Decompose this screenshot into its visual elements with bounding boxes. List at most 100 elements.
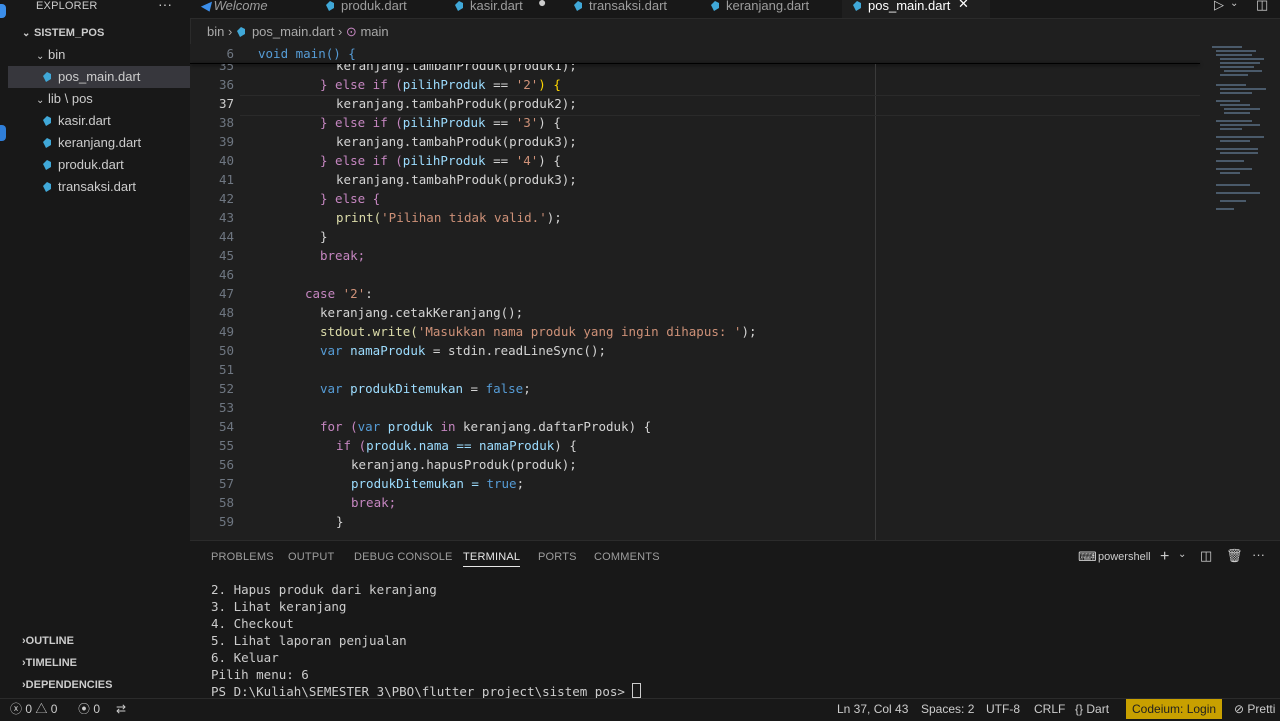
more-actions-icon[interactable]: ··· (158, 0, 172, 12)
language-mode[interactable]: {} Dart (1075, 699, 1109, 719)
line-number: 45 (218, 248, 234, 263)
code-line-57[interactable]: produkDitemukan = true; (258, 476, 524, 491)
tab-transaksi[interactable]: transaksi.dart (573, 0, 693, 18)
tab-pos-main[interactable]: pos_main.dart ✕ (842, 0, 990, 18)
line-number: 44 (218, 229, 234, 244)
dart-file-icon (43, 182, 51, 192)
line-number: 39 (218, 134, 234, 149)
code-line-56[interactable]: keranjang.hapusProduk(produk); (258, 457, 577, 472)
tab-welcome[interactable]: ◀ Welcome (200, 0, 310, 18)
tab-keranjang[interactable]: keranjang.dart (710, 0, 830, 18)
code-line-52[interactable]: var produkDitemukan = false; (258, 381, 531, 396)
sticky-shadow (190, 63, 1200, 64)
outline-section[interactable]: ›OUTLINE (8, 630, 204, 652)
line-number: 43 (218, 210, 234, 225)
line-number: 59 (218, 514, 234, 529)
minimap[interactable] (1208, 44, 1278, 244)
code-line-58[interactable]: break; (258, 495, 396, 510)
code-line-54[interactable]: for (var produk in keranjang.daftarProdu… (258, 419, 651, 434)
encoding[interactable]: UTF-8 (986, 699, 1020, 719)
run-activity-indicator[interactable] (0, 125, 6, 141)
chevron-down-icon[interactable]: ⌄ (1230, 0, 1238, 9)
dart-file-icon (43, 72, 51, 82)
code-line-36[interactable]: } else if (pilihProduk == '2') { (258, 77, 561, 92)
trash-icon[interactable]: 🗑 (1226, 548, 1243, 564)
code-line-37[interactable]: keranjang.tambahProduk(produk2); (258, 96, 577, 111)
activity-bar (0, 0, 8, 698)
line-number: 41 (218, 172, 234, 187)
folder-bin[interactable]: ⌄ bin (8, 44, 218, 66)
tab-debug-console[interactable]: DEBUG CONSOLE (354, 551, 453, 563)
tab-kasir[interactable]: kasir.dart ● (454, 0, 564, 18)
line-number: 54 (218, 419, 234, 434)
project-folder[interactable]: ⌄ SISTEM_POS (8, 22, 204, 44)
indentation[interactable]: Spaces: 2 (921, 699, 974, 719)
line-number: 42 (218, 191, 234, 206)
run-icon[interactable]: ▷ (1214, 0, 1224, 13)
cursor-position[interactable]: Ln 37, Col 43 (837, 699, 908, 719)
code-line-47[interactable]: case '2': (258, 286, 373, 301)
line-ending[interactable]: CRLF (1034, 699, 1065, 719)
tab-output[interactable]: OUTPUT (288, 551, 334, 563)
code-line-44[interactable]: } (258, 229, 328, 244)
code-editor[interactable]: 6 void main() { 35 36 37 38 39 40 41 42 43 44 45 46… (190, 44, 1280, 540)
tab-comments[interactable]: COMMENTS (594, 551, 660, 563)
line-number: 52 (218, 381, 234, 396)
code-line-41[interactable]: keranjang.tambahProduk(produk3); (258, 172, 577, 187)
vscode-icon: ◀ (200, 0, 210, 13)
shell-name[interactable]: powershell (1098, 551, 1151, 563)
prettier-status[interactable]: ⊘ Pretti (1234, 699, 1275, 719)
problems-status[interactable]: ⓧ 0 △ 0 (10, 699, 57, 719)
braces-icon: {} (1075, 702, 1084, 716)
chevron-down-icon[interactable]: ⌄ (1178, 549, 1186, 560)
chevron-down-icon: ⌄ (36, 51, 45, 62)
code-line-39[interactable]: keranjang.tambahProduk(produk3); (258, 134, 577, 149)
prettier-icon: ⊘ (1234, 702, 1245, 716)
tab-ports[interactable]: PORTS (538, 551, 577, 563)
split-editor-icon[interactable]: ◫ (1256, 0, 1268, 13)
code-line-55[interactable]: if (produk.nama == namaProduk) { (258, 438, 577, 453)
breadcrumb-symbol[interactable]: main (360, 24, 388, 39)
breadcrumb: bin › pos_main.dart › ⊙ main (207, 24, 389, 42)
code-line-50[interactable]: var namaProduk = stdin.readLineSync(); (258, 343, 606, 358)
line-number: 58 (218, 495, 234, 510)
code-line-40[interactable]: } else if (pilihProduk == '4') { (258, 153, 561, 168)
breadcrumb-folder[interactable]: bin (207, 24, 224, 39)
code-line-43[interactable]: print('Pilihan tidak valid.'); (258, 210, 562, 225)
code-line-42[interactable]: } else { (258, 191, 380, 206)
line-number: 53 (218, 400, 234, 415)
line-number: 57 (218, 476, 234, 491)
terminal-cursor (632, 683, 642, 698)
code-line-45[interactable]: break; (258, 248, 365, 263)
line-number: 51 (218, 362, 234, 377)
code-line-49[interactable]: stdout.write('Masukkan nama produk yang … (258, 324, 757, 339)
split-terminal-icon[interactable]: ◫ (1200, 548, 1212, 564)
tab-terminal[interactable]: TERMINAL (463, 551, 521, 567)
close-icon[interactable]: ✕ (958, 0, 969, 10)
explorer-activity-indicator[interactable] (0, 4, 6, 18)
tab-problems[interactable]: PROBLEMS (211, 551, 274, 563)
codeium-login[interactable]: Codeium: Login (1126, 699, 1223, 719)
code-line-59[interactable]: } (258, 514, 344, 529)
terminal-line: 5. Lihat laporan penjualan (211, 633, 407, 648)
unsaved-dot-icon[interactable]: ● (538, 0, 546, 9)
timeline-section[interactable]: ›TIMELINE (8, 652, 204, 674)
terminal-output[interactable]: 2. Hapus produk dari keranjang 3. Lihat k… (211, 581, 642, 700)
editor-ruler (875, 64, 876, 540)
ports-status[interactable]: ⦿ 0 (78, 699, 100, 719)
explorer-title: EXPLORER (36, 0, 98, 12)
tab-produk[interactable]: produk.dart (325, 0, 435, 18)
chevron-down-icon: ⌄ (22, 28, 31, 39)
folder-lib-pos[interactable]: ⌄ lib \ pos (8, 88, 218, 110)
code-line-38[interactable]: } else if (pilihProduk == '3') { (258, 115, 561, 130)
terminal-line: 4. Checkout (211, 616, 294, 631)
add-terminal-icon[interactable]: + (1160, 548, 1169, 566)
explorer-sidebar: EXPLORER ··· ⌄ SISTEM_POS ⌄ bin pos_main.d… (8, 0, 224, 698)
dart-file-icon (43, 116, 51, 126)
more-actions-icon[interactable]: ··· (1252, 547, 1265, 562)
sticky-scroll-line[interactable]: void main() { (258, 46, 356, 61)
breadcrumb-file[interactable]: pos_main.dart (252, 24, 334, 39)
code-line-48[interactable]: keranjang.cetakKeranjang(); (258, 305, 523, 320)
live-share-icon[interactable]: ⇄ (116, 699, 126, 719)
dependencies-section[interactable]: ›DEPENDENCIES (8, 674, 204, 696)
